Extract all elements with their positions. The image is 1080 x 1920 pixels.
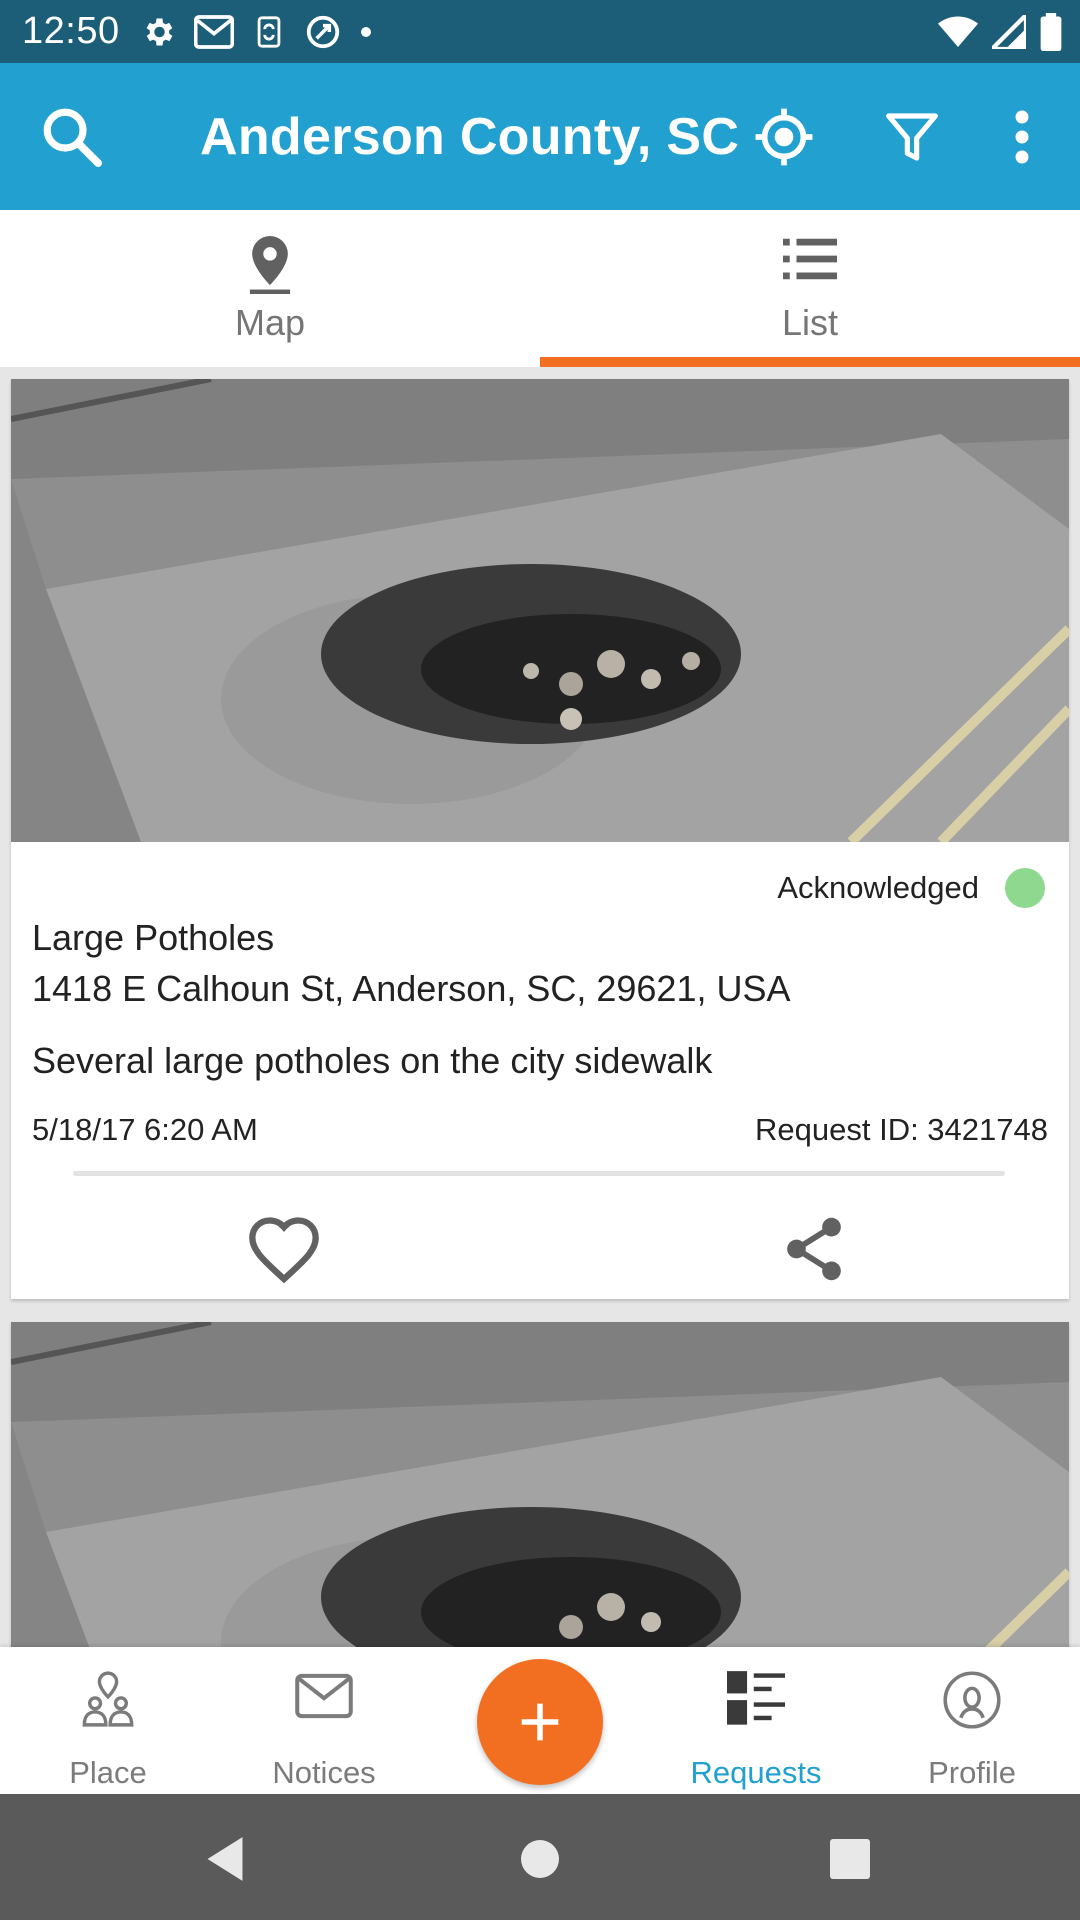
status-bar: 12:50 xyxy=(0,0,1080,63)
card-divider xyxy=(73,1171,1005,1176)
nav-place-label: Place xyxy=(69,1755,147,1790)
my-location-button[interactable] xyxy=(746,99,822,175)
share-icon xyxy=(787,1217,841,1281)
search-icon xyxy=(43,108,102,167)
request-card[interactable] xyxy=(11,1322,1069,1652)
nav-requests[interactable]: Requests xyxy=(648,1647,864,1794)
signal-icon xyxy=(992,15,1026,49)
request-description: Several large potholes on the city sidew… xyxy=(32,1040,713,1081)
filter-icon xyxy=(886,113,938,161)
system-icons xyxy=(938,12,1062,52)
tab-list[interactable]: List xyxy=(540,210,1080,367)
tab-map-label: Map xyxy=(234,302,306,343)
request-photo[interactable] xyxy=(11,1322,1069,1652)
recents-icon xyxy=(830,1839,870,1879)
nav-notices-label: Notices xyxy=(272,1755,376,1790)
sync-icon xyxy=(257,16,281,48)
app-bar: Anderson County, SC xyxy=(0,63,1080,210)
settings-icon xyxy=(146,18,173,46)
tab-list-label: List xyxy=(781,302,839,343)
envelope-icon xyxy=(295,1673,353,1719)
nav-place[interactable]: Place xyxy=(0,1647,216,1794)
more-vert-icon xyxy=(1015,110,1029,164)
system-navigation-bar xyxy=(0,1794,1080,1920)
more-options-button[interactable] xyxy=(984,99,1060,175)
recents-button[interactable] xyxy=(815,1824,885,1894)
battery-icon xyxy=(1040,13,1062,51)
data-saver-icon xyxy=(306,15,340,49)
nav-notices[interactable]: Notices xyxy=(216,1647,432,1794)
list-icon xyxy=(783,238,837,280)
request-card[interactable]: Acknowledged Large Potholes 1418 E Calho… xyxy=(11,379,1069,1299)
profile-icon xyxy=(943,1671,1001,1729)
search-button[interactable] xyxy=(34,99,110,175)
request-status: Acknowledged xyxy=(777,868,1045,908)
request-id: Request ID: 3421748 xyxy=(755,1112,1048,1147)
plus-icon xyxy=(521,1703,559,1741)
heart-icon xyxy=(249,1217,319,1284)
my-location-icon xyxy=(755,108,813,166)
requests-icon xyxy=(727,1671,785,1725)
status-time: 12:50 xyxy=(22,10,120,52)
filter-button[interactable] xyxy=(874,99,950,175)
like-button[interactable] xyxy=(234,1199,334,1299)
nav-profile-label: Profile xyxy=(928,1755,1016,1790)
request-date: 5/18/17 6:20 AM xyxy=(32,1112,258,1147)
home-icon xyxy=(521,1840,559,1878)
back-icon xyxy=(207,1837,243,1881)
map-pin-icon xyxy=(249,236,291,294)
selected-tab-indicator xyxy=(540,357,1080,367)
status-text: Acknowledged xyxy=(777,870,979,905)
wifi-icon xyxy=(938,16,978,47)
share-button[interactable] xyxy=(764,1199,864,1299)
status-indicator-dot xyxy=(1005,868,1045,908)
nav-profile[interactable]: Profile xyxy=(864,1647,1080,1794)
request-photo[interactable] xyxy=(11,379,1069,842)
home-button[interactable] xyxy=(505,1824,575,1894)
back-button[interactable] xyxy=(190,1824,260,1894)
screen: 12:50 Anderson County, SC Map List Ackno… xyxy=(0,0,1080,1920)
dot-icon xyxy=(361,27,371,37)
gmail-icon xyxy=(194,15,234,49)
view-tabs: Map List xyxy=(0,210,1080,367)
notification-icons xyxy=(140,12,372,52)
request-address: 1418 E Calhoun St, Anderson, SC, 29621, … xyxy=(32,968,791,1009)
nav-requests-label: Requests xyxy=(690,1755,822,1790)
new-request-button[interactable] xyxy=(477,1659,603,1785)
tab-map[interactable]: Map xyxy=(0,210,540,367)
request-title: Large Potholes xyxy=(32,917,275,958)
place-icon xyxy=(82,1671,134,1727)
page-title: Anderson County, SC xyxy=(200,108,740,166)
